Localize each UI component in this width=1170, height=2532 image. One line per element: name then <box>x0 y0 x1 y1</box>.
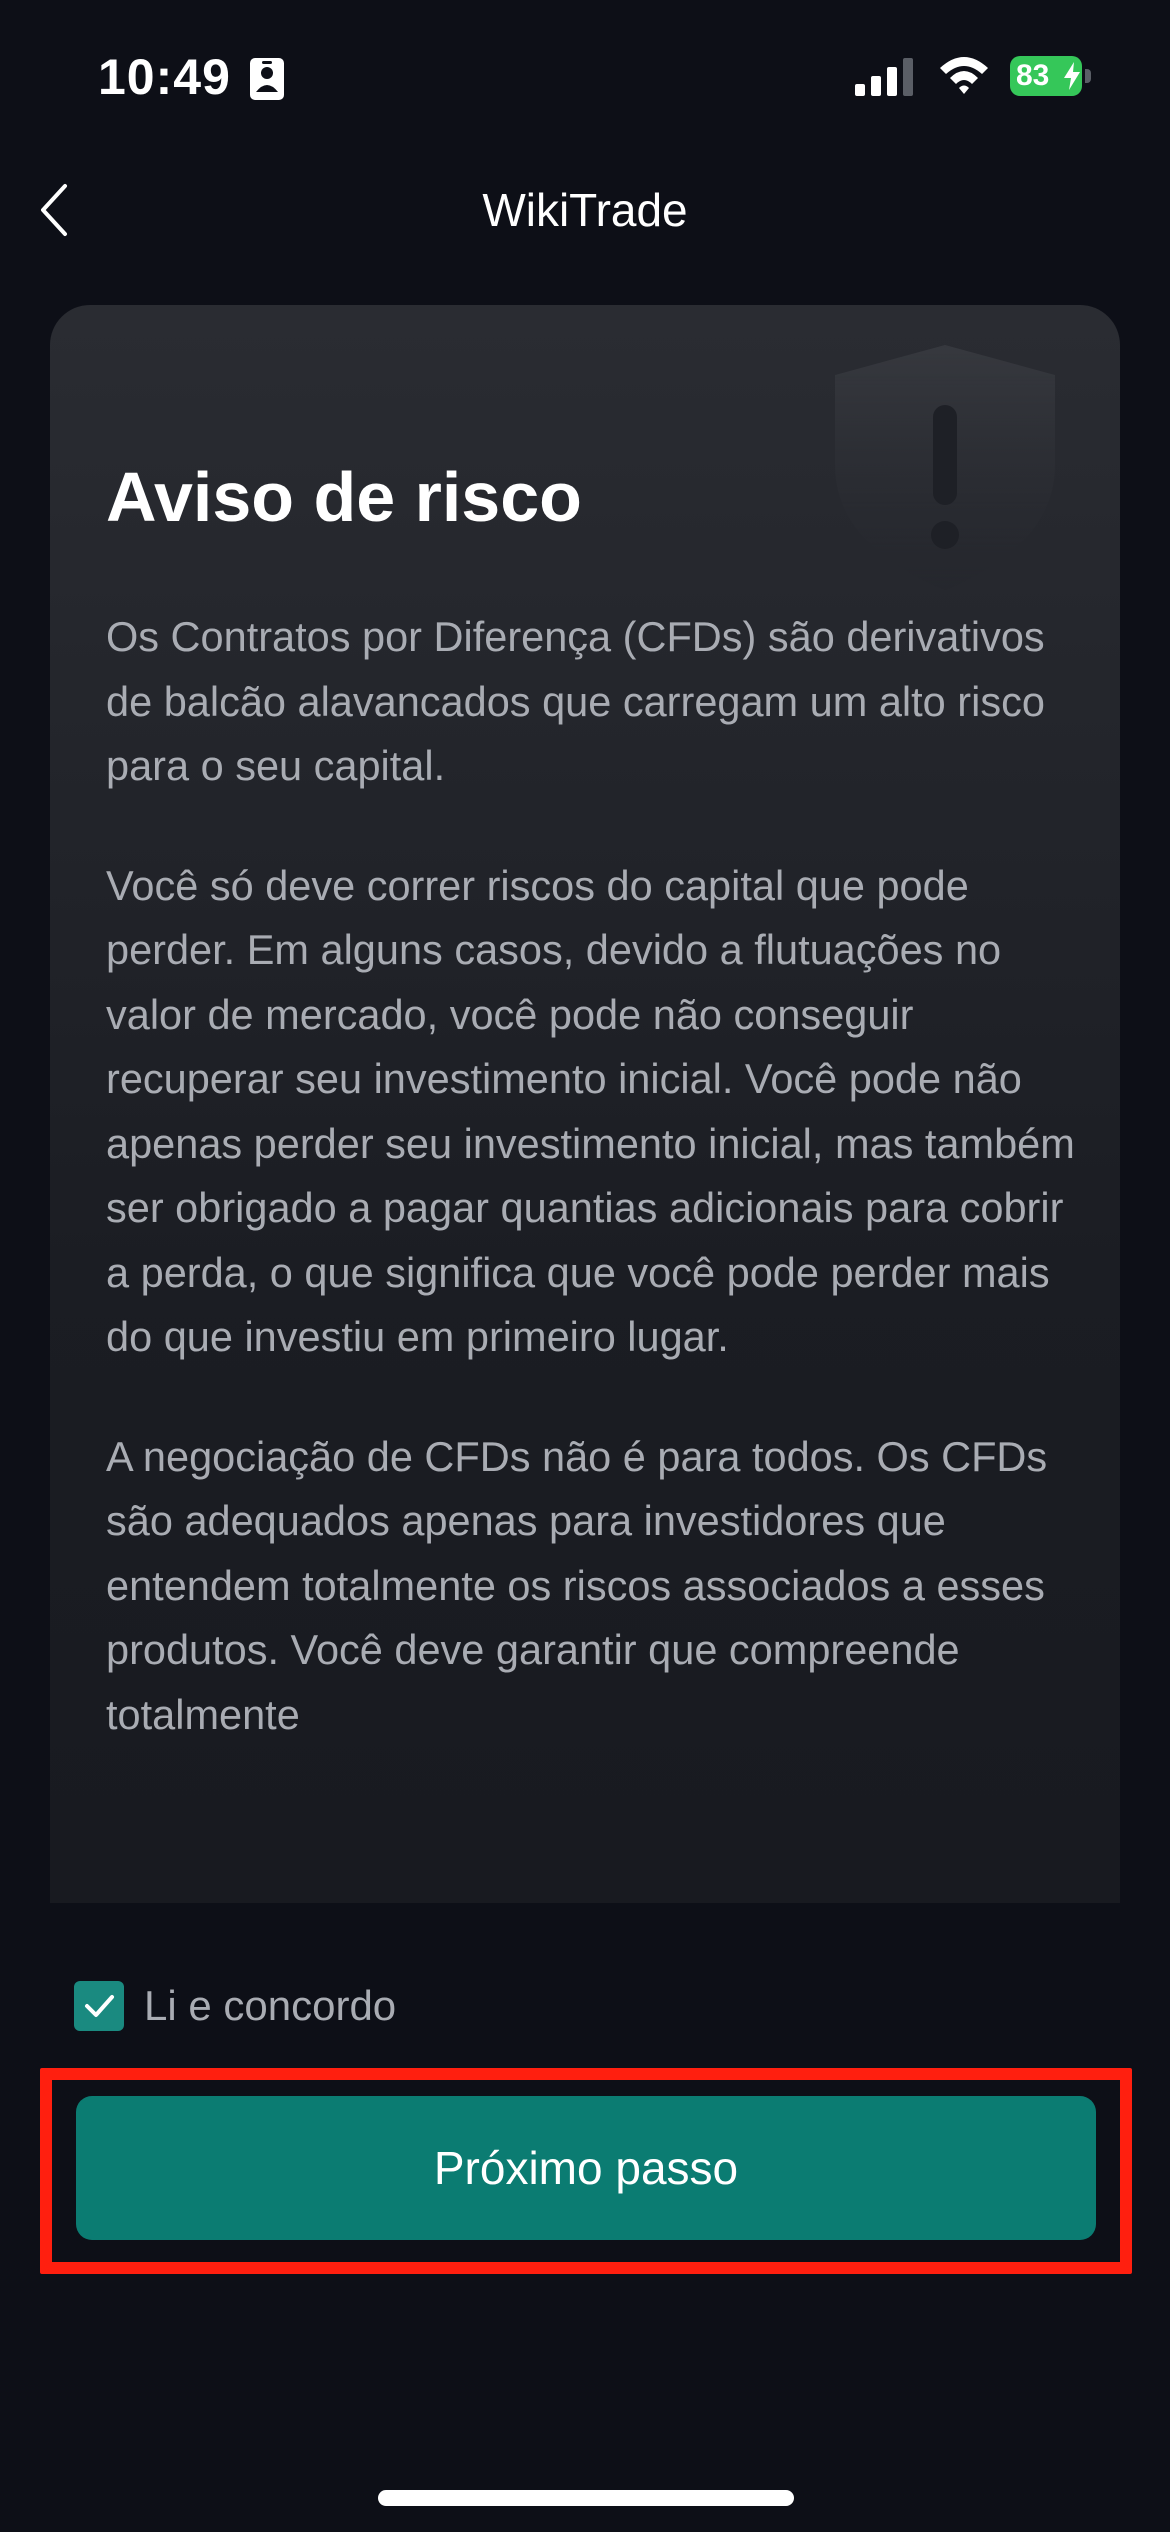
wifi-icon <box>940 57 988 94</box>
checkmark-icon <box>85 1995 114 2017</box>
shield-warning-icon <box>835 345 1055 590</box>
chevron-left-icon <box>41 184 67 236</box>
battery-level: 83 <box>1016 59 1050 92</box>
bolt-icon <box>1064 62 1080 90</box>
status-time: 10:49 <box>98 49 231 105</box>
back-button[interactable] <box>18 170 88 250</box>
paragraph: A negociação de CFDs não é para todos. O… <box>106 1432 1048 1738</box>
battery-charging-icon: 83 <box>1010 56 1091 96</box>
card-title: Aviso de risco <box>106 458 582 536</box>
agree-row[interactable]: Li e concordo <box>74 1976 396 2036</box>
home-indicator[interactable] <box>378 2490 794 2506</box>
screen: 10:49 83 WikiTrade Aviso de risco Os Con… <box>0 0 1170 2532</box>
agree-label: Li e concordo <box>144 1982 397 2029</box>
id-card-icon <box>250 58 284 100</box>
page-title: WikiTrade <box>482 184 688 236</box>
nav-bar: WikiTrade <box>0 150 1170 270</box>
paragraph: Os Contratos por Diferença (CFDs) são de… <box>106 613 1045 789</box>
next-step-button[interactable]: Próximo passo <box>76 2096 1096 2240</box>
paragraph: Você só deve correr riscos do capital qu… <box>106 861 1075 1361</box>
card-body: Os Contratos por Diferença (CFDs) são de… <box>106 605 1086 1802</box>
agree-checkbox[interactable] <box>74 1981 124 2031</box>
signal-icon <box>855 58 913 96</box>
risk-warning-card[interactable]: Aviso de risco Os Contratos por Diferenç… <box>50 305 1120 1903</box>
status-bar: 10:49 83 <box>0 0 1170 150</box>
